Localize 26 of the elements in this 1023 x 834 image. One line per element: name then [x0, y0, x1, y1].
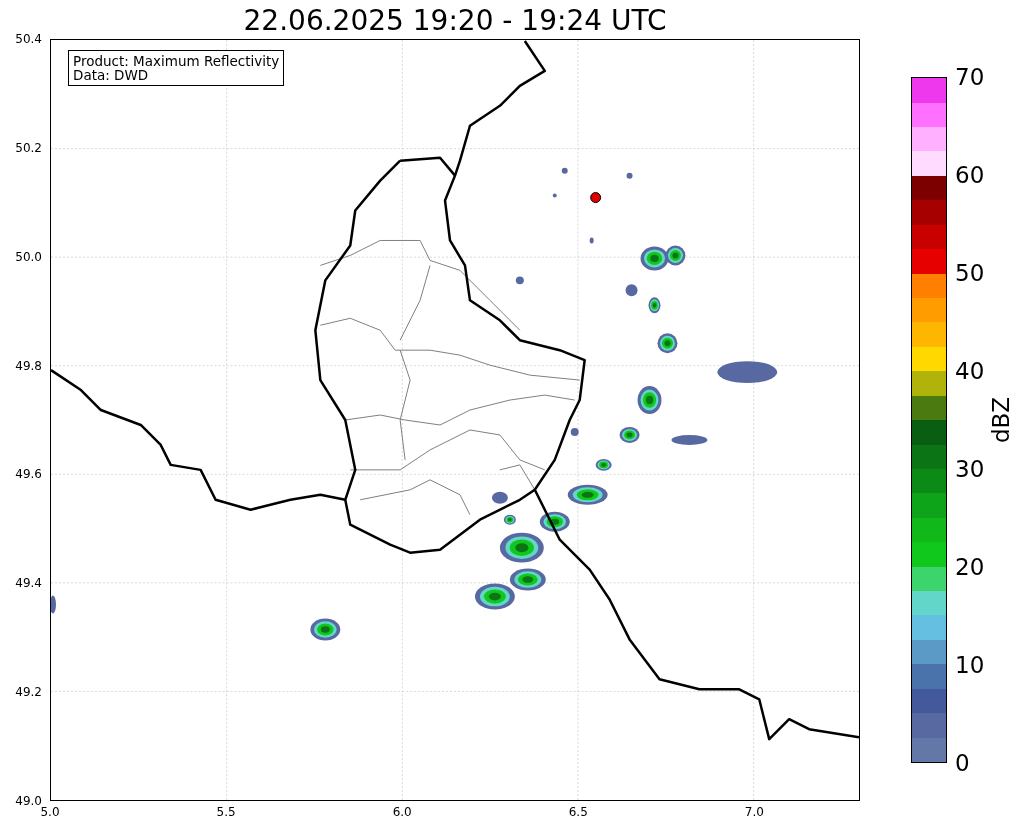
longitude-tick-label: 6.5 — [568, 805, 588, 819]
colorbar-tick-label: 50 — [955, 260, 985, 286]
colorbar-tick-label: 30 — [955, 456, 985, 482]
longitude-tick-label: 5.5 — [216, 805, 236, 819]
colorbar-tick-label: 40 — [955, 358, 985, 384]
latitude-tick-label: 49.0 — [15, 794, 42, 808]
longitude-tick-label: 5.0 — [40, 805, 60, 819]
latitude-tick-label: 49.4 — [15, 576, 42, 591]
station-marker-icon — [590, 192, 602, 204]
colorbar-tick-label: 60 — [955, 162, 985, 188]
latitude-tick-label: 49.8 — [15, 358, 42, 373]
latitude-tick-label: 50.0 — [15, 249, 42, 264]
longitude-tick-label: 6.0 — [392, 805, 412, 819]
latitude-tick-label: 49.2 — [15, 685, 42, 700]
colorbar-tick-label: 0 — [955, 750, 970, 776]
colorbar-label: dBZ — [988, 396, 1014, 444]
latitude-tick-label: 50.2 — [15, 140, 42, 155]
latitude-tick-label: 50.4 — [15, 32, 42, 46]
longitude-tick-label: 7.0 — [744, 805, 764, 819]
latitude-tick-label: 49.6 — [15, 467, 42, 482]
colorbar-tick-label: 20 — [955, 554, 985, 580]
info-text: Product: Maximum Reflectivity — [73, 54, 280, 68]
colorbar-tick-label: 70 — [955, 64, 985, 90]
chart-title: 22.06.2025 19:20 - 19:24 UTC — [243, 3, 667, 39]
colorbar-tick-label: 10 — [955, 652, 985, 678]
info-text: Data: DWD — [73, 68, 150, 82]
